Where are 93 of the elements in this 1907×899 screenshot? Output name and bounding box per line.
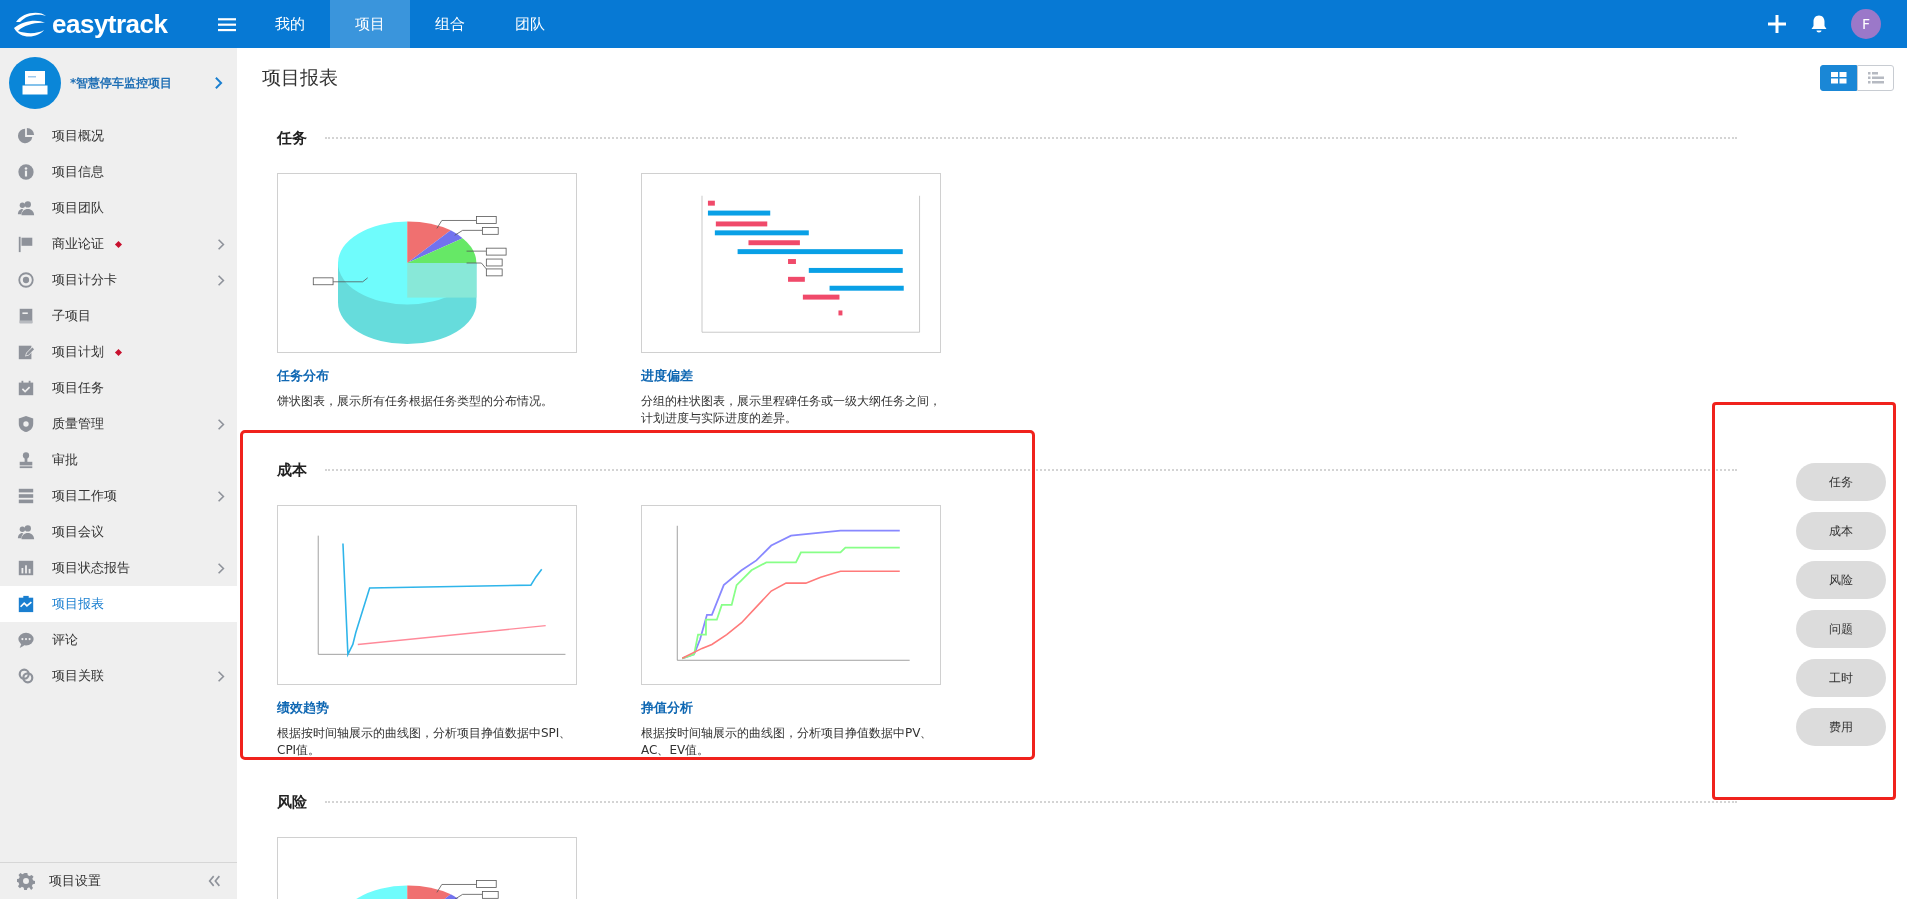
- report-link[interactable]: 任务分布: [277, 365, 577, 387]
- link-icon: [17, 667, 35, 685]
- label-box: [485, 258, 503, 267]
- gantt-bar: [788, 259, 796, 264]
- label-box: [482, 891, 499, 899]
- report-link[interactable]: 绩效趋势: [277, 697, 577, 719]
- section-jump-button[interactable]: 问题: [1796, 610, 1886, 648]
- sidebar-item[interactable]: 商业论证: [0, 226, 237, 262]
- sidebar-item[interactable]: 项目概况: [0, 118, 237, 154]
- list-view-button[interactable]: [1857, 65, 1894, 91]
- nav-tab[interactable]: 组合: [410, 0, 490, 48]
- gantt-bar: [707, 200, 715, 206]
- page-title: 项目报表: [262, 65, 338, 90]
- leader-line: [332, 277, 369, 283]
- chart-thumbnail[interactable]: [641, 505, 941, 685]
- section-title: 成本: [277, 460, 307, 480]
- sidebar-item[interactable]: 审批: [0, 442, 237, 478]
- report-description: 根据按时间轴展示的曲线图，分析项目挣值数据中PV、AC、EV值。: [641, 725, 934, 759]
- pie-chart-icon: [17, 127, 35, 145]
- sidebar-item[interactable]: 项目信息: [0, 154, 237, 190]
- report-icon: [17, 595, 35, 613]
- chat-icon: [17, 631, 35, 649]
- grid-icon: [1830, 72, 1847, 84]
- gantt-bar: [748, 240, 800, 246]
- sidebar-item[interactable]: 子项目: [0, 298, 237, 334]
- nav-tab[interactable]: 我的: [250, 0, 330, 48]
- sidebar-item[interactable]: 评论: [0, 622, 237, 658]
- document-icon: [17, 307, 35, 325]
- settings-link[interactable]: 项目设置: [49, 872, 101, 890]
- list-icon: [1867, 72, 1884, 84]
- sidebar-item[interactable]: 项目计划: [0, 334, 237, 370]
- gantt-bar: [707, 210, 771, 216]
- calendar-icon: [17, 379, 35, 397]
- sidebar-item[interactable]: 项目状态报告: [0, 550, 237, 586]
- label-box: [312, 277, 334, 286]
- sidebar-item[interactable]: 质量管理: [0, 406, 237, 442]
- collapse-icon[interactable]: [208, 875, 221, 887]
- grid-view-button[interactable]: [1820, 65, 1857, 91]
- sidebar-item[interactable]: 项目工作项: [0, 478, 237, 514]
- chevron-right-icon[interactable]: [214, 76, 223, 90]
- target-icon: [17, 271, 35, 289]
- report-description: 根据按时间轴展示的曲线图，分析项目挣值数据中SPI、CPI值。: [277, 725, 573, 759]
- people-icon: [17, 199, 35, 217]
- label-box: [476, 880, 497, 888]
- logo-icon: [12, 10, 48, 38]
- list-icon: [17, 487, 35, 505]
- settings-icon[interactable]: [17, 872, 35, 890]
- flag-icon: [17, 235, 35, 253]
- section-jump-button[interactable]: 工时: [1796, 659, 1886, 697]
- section-jump-button[interactable]: 任务: [1796, 463, 1886, 501]
- edit-icon: [17, 343, 35, 361]
- shield-icon: [17, 415, 35, 433]
- info-icon: [17, 163, 35, 181]
- sidebar-item[interactable]: 项目团队: [0, 190, 237, 226]
- report-link[interactable]: 进度偏差: [641, 365, 941, 387]
- section-title: 任务: [277, 128, 307, 148]
- chart-thumbnail[interactable]: [277, 173, 577, 353]
- label-box: [482, 227, 499, 235]
- gantt-bar: [715, 221, 768, 227]
- leader-line: [466, 262, 487, 270]
- leader-line: [436, 220, 477, 229]
- project-icon: [9, 57, 61, 109]
- section-title: 风险: [277, 792, 307, 812]
- gantt-bar: [802, 294, 840, 300]
- user-avatar[interactable]: F: [1851, 9, 1881, 39]
- section-jump-button[interactable]: 成本: [1796, 512, 1886, 550]
- leader-line: [466, 250, 487, 252]
- sidebar-item[interactable]: 项目报表: [0, 586, 237, 622]
- add-icon[interactable]: [1767, 14, 1787, 34]
- project-name[interactable]: *智慧停车监控项目: [70, 74, 214, 92]
- label-box: [485, 247, 507, 256]
- report-description: 分组的柱状图表，展示里程碑任务或一级大纲任务之间，计划进度与实际进度的差异。: [641, 393, 941, 427]
- menu-icon[interactable]: [218, 16, 236, 32]
- gantt-bar: [788, 276, 805, 282]
- sidebar-item[interactable]: 项目任务: [0, 370, 237, 406]
- report-link[interactable]: 挣值分析: [641, 697, 941, 719]
- nav-tab[interactable]: 团队: [490, 0, 570, 48]
- report-description: 饼状图表，展示所有任务根据任务类型的分布情况。: [277, 393, 554, 410]
- chart-thumbnail[interactable]: [641, 173, 941, 353]
- group-icon: [17, 523, 35, 541]
- stamp-icon: [17, 451, 35, 469]
- sidebar-item[interactable]: 项目关联: [0, 658, 237, 694]
- label-box: [476, 216, 497, 224]
- bar-chart-icon: [17, 559, 35, 577]
- chart-thumbnail[interactable]: [277, 505, 577, 685]
- sidebar-item[interactable]: 项目会议: [0, 514, 237, 550]
- label-box: [485, 268, 503, 277]
- section-jump-button[interactable]: 费用: [1796, 708, 1886, 746]
- logo-text: easytrack: [52, 8, 168, 40]
- bell-icon[interactable]: [1809, 14, 1829, 34]
- gantt-bar: [838, 310, 843, 316]
- section-jump-button[interactable]: 风险: [1796, 561, 1886, 599]
- sidebar-item[interactable]: 项目计分卡: [0, 262, 237, 298]
